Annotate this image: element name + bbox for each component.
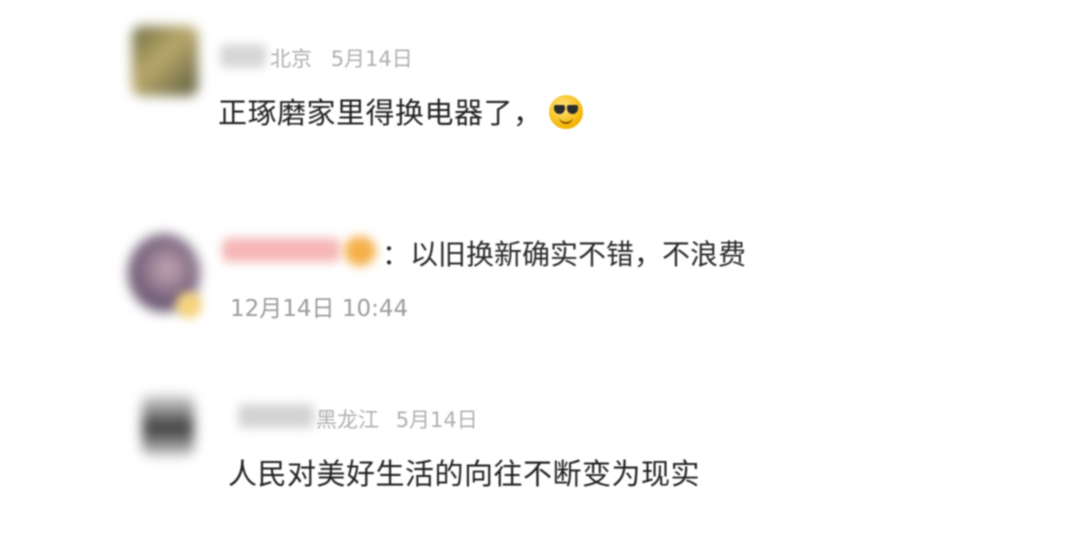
comment-text: 人民对美好生活的向往不断变为现实 xyxy=(228,457,701,491)
level-badge-icon xyxy=(344,236,376,266)
reply-text: ：以旧换新确实不错，不浪费 xyxy=(382,238,747,271)
date-text: 5月14日 xyxy=(395,408,478,432)
comment-item: 黑龙江 5月14日 人民对美好生活的向往不断变为现实 xyxy=(0,0,1080,491)
username-blurred[interactable] xyxy=(222,238,340,262)
comment-meta: 黑龙江 5月14日 xyxy=(316,404,478,434)
location-text: 黑龙江 xyxy=(316,408,379,432)
avatar[interactable] xyxy=(142,394,194,456)
username-blurred[interactable] xyxy=(238,404,314,428)
timestamp: 12月14日 10:44 xyxy=(230,296,409,322)
vip-badge-icon xyxy=(176,292,202,318)
